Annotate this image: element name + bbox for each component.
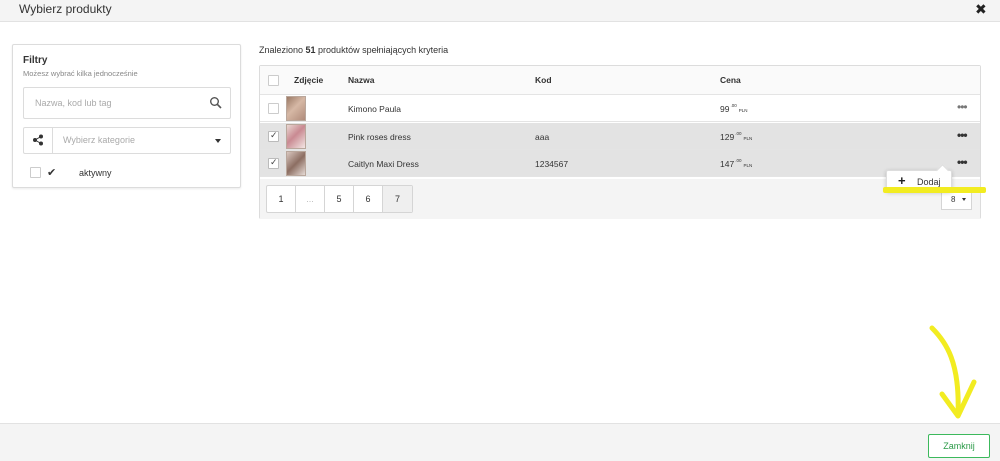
share-icon-box	[24, 128, 53, 153]
plus-icon: +	[898, 173, 906, 188]
product-code: 1234567	[535, 159, 569, 169]
modal-header: Wybierz produkty ✖	[0, 0, 1000, 22]
search-placeholder: Nazwa, kod lub tag	[35, 98, 112, 108]
table-row[interactable]: Pink roses dress aaa 129.00PLN •••	[260, 123, 980, 150]
share-icon	[33, 134, 43, 146]
products-table: Zdjęcie Nazwa Kod Cena Kimono Paula 99.0…	[259, 65, 981, 219]
chevron-down-icon	[962, 198, 966, 201]
select-all-checkbox[interactable]	[268, 75, 279, 86]
header-name: Nazwa	[348, 75, 375, 85]
page-1-button[interactable]: 1	[267, 186, 296, 212]
row-menu-icon[interactable]: •••	[957, 129, 968, 141]
product-thumbnail	[286, 124, 306, 149]
product-name: Pink roses dress	[348, 132, 411, 142]
pagination-bar: 1 ... 5 6 7 8	[260, 179, 980, 219]
product-price: 129.00PLN	[720, 131, 753, 142]
product-price: 147.00PLN	[720, 158, 753, 169]
row-checkbox[interactable]	[268, 130, 279, 142]
row-checkbox[interactable]	[268, 103, 279, 114]
results-prefix: Znaleziono	[259, 45, 306, 55]
per-page-value: 8	[951, 195, 956, 204]
category-placeholder: Wybierz kategorie	[63, 135, 135, 145]
table-row[interactable]: Kimono Paula 99.00PLN •••	[260, 95, 980, 122]
row-menu-icon[interactable]: •••	[957, 101, 968, 113]
filters-title: Filtry	[23, 55, 48, 66]
results-summary: Znaleziono 51 produktów spełniających kr…	[259, 45, 448, 55]
close-button[interactable]: Zamknij	[928, 434, 990, 458]
modal-footer: Zamknij	[0, 423, 1000, 461]
page-6-button[interactable]: 6	[354, 186, 383, 212]
row-menu-icon[interactable]: •••	[957, 156, 968, 168]
results-count: 51	[305, 45, 316, 55]
header-price: Cena	[720, 75, 741, 85]
page-7-button[interactable]: 7	[383, 186, 412, 212]
row-checkbox[interactable]	[268, 157, 279, 169]
filters-panel: Filtry Możesz wybrać kilka jednocześnie …	[12, 44, 241, 188]
page-ellipsis: ...	[296, 186, 325, 212]
search-icon[interactable]	[209, 96, 223, 110]
modal-title: Wybierz produkty	[19, 2, 112, 16]
product-code: aaa	[535, 132, 550, 142]
annotation-arrow-icon	[929, 325, 977, 419]
pagination: 1 ... 5 6 7	[266, 185, 413, 213]
product-thumbnail	[286, 151, 306, 176]
select-products-modal: Wybierz produkty ✖ Filtry Możesz wybrać …	[0, 0, 1000, 461]
page-5-button[interactable]: 5	[325, 186, 354, 212]
product-name: Kimono Paula	[348, 104, 401, 114]
check-icon: ✔	[47, 167, 57, 179]
chevron-down-icon	[215, 139, 221, 143]
category-select[interactable]: Wybierz kategorie	[23, 127, 231, 154]
product-name: Caitlyn Maxi Dress	[348, 159, 419, 169]
product-price: 99.00PLN	[720, 103, 748, 114]
active-checkbox[interactable]	[30, 167, 41, 178]
product-thumbnail	[286, 96, 306, 121]
close-icon[interactable]: ✖	[975, 1, 987, 18]
header-code: Kod	[535, 75, 552, 85]
add-label: Dodaj	[917, 177, 941, 187]
highlight-underline	[883, 187, 986, 193]
search-input[interactable]: Nazwa, kod lub tag	[23, 87, 231, 119]
table-header: Zdjęcie Nazwa Kod Cena	[260, 66, 980, 95]
table-row[interactable]: Caitlyn Maxi Dress 1234567 147.00PLN •••	[260, 150, 980, 177]
active-label: aktywny	[79, 168, 112, 178]
header-photo: Zdjęcie	[294, 75, 324, 85]
results-suffix: produktów spełniających kryteria	[315, 45, 449, 55]
active-filter[interactable]: ✔ aktywny	[30, 166, 180, 180]
filters-subtitle: Możesz wybrać kilka jednocześnie	[23, 69, 138, 78]
